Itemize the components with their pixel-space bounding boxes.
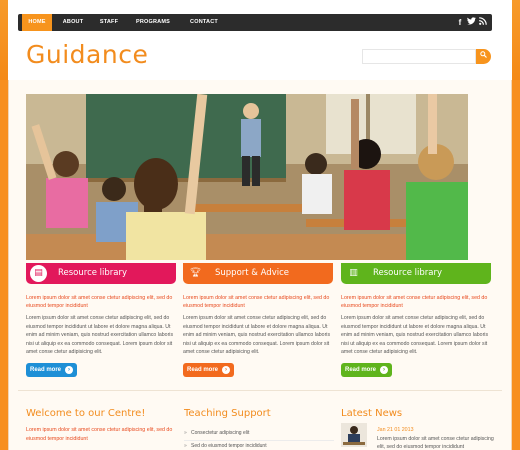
arrow-right-icon: ›	[65, 366, 73, 374]
read-more-label: Read more	[345, 367, 377, 373]
nav-home[interactable]: HOME	[22, 14, 52, 31]
books-icon: ▥	[349, 268, 358, 278]
nav-staff[interactable]: STAFF	[92, 14, 126, 31]
feature-header-support-advice[interactable]: 🏆︎ Support & Advice	[183, 263, 333, 284]
nav-programs[interactable]: PROGRAMS	[128, 14, 178, 31]
read-more-button[interactable]: Read more ›	[183, 363, 234, 377]
read-more-label: Read more	[30, 367, 62, 373]
nav-about[interactable]: ABOUT	[56, 14, 90, 31]
hero-image	[26, 94, 468, 260]
trophy-icon: 🏆︎	[189, 268, 202, 278]
news-date: Jan 21 01 2013	[377, 427, 414, 433]
main-nav: HOME ABOUT STAFF PROGRAMS CONTACT f	[18, 14, 492, 31]
welcome-lead: Lorem ipsum dolor sit amet conse ctetur …	[26, 427, 173, 442]
nav-contact[interactable]: CONTACT	[180, 14, 228, 31]
feature-header-resource-library-2[interactable]: ▥ Resource library	[341, 263, 491, 284]
arrow-right-icon: ›	[380, 366, 388, 374]
feature-body: Lorem ipsum dolor sit amet conse ctetur …	[183, 315, 331, 355]
site-logo[interactable]: Guidance	[26, 40, 148, 69]
twitter-icon[interactable]	[466, 17, 476, 28]
book-icon: ▤	[30, 265, 47, 282]
search-button[interactable]	[476, 49, 491, 64]
list-item[interactable]: Sed do eiusmod tempor incididunt	[184, 441, 334, 450]
feature-title: Support & Advice	[215, 268, 289, 278]
arrow-right-icon: ›	[222, 366, 230, 374]
feature-lead: Lorem ipsum dolor sit amet conse ctetur …	[183, 295, 330, 309]
facebook-icon[interactable]: f	[456, 17, 464, 28]
read-more-button[interactable]: Read more ›	[26, 363, 77, 377]
news-thumbnail[interactable]	[341, 423, 367, 447]
latest-news-title: Latest News	[341, 408, 403, 419]
teaching-support-title: Teaching Support	[184, 408, 271, 419]
welcome-title: Welcome to our Centre!	[26, 408, 146, 419]
feature-header-resource-library[interactable]: ▤ Resource library	[26, 263, 176, 284]
feature-body: Lorem ipsum dolor sit amet conse ctetur …	[341, 315, 489, 355]
rss-icon[interactable]	[478, 17, 488, 28]
feature-lead: Lorem ipsum dolor sit amet conse ctetur …	[341, 295, 488, 309]
section-divider	[18, 390, 502, 391]
feature-body: Lorem ipsum dolor sit amet conse ctetur …	[26, 315, 174, 355]
feature-title: Resource library	[58, 268, 128, 278]
feature-lead: Lorem ipsum dolor sit amet conse ctetur …	[26, 295, 173, 309]
search-input[interactable]	[362, 49, 476, 64]
list-item[interactable]: Consectetur adipiscing elit	[184, 428, 334, 441]
news-text: Lorem ipsum dolor sit amet conse ctetur …	[377, 436, 494, 450]
teaching-support-list: Consectetur adipiscing elit Sed do eiusm…	[184, 428, 334, 450]
search-icon	[480, 51, 487, 58]
feature-title: Resource library	[373, 268, 443, 278]
read-more-button[interactable]: Read more ›	[341, 363, 392, 377]
read-more-label: Read more	[187, 367, 219, 373]
